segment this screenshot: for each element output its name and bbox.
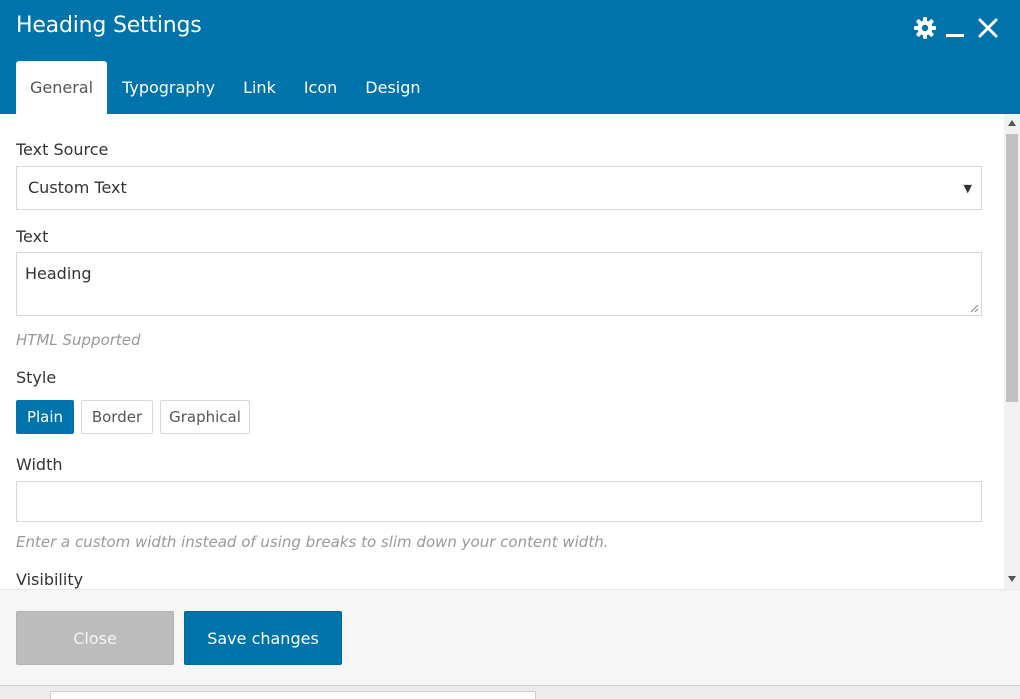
- scroll-up-arrow-icon[interactable]: [1008, 120, 1016, 126]
- tab-general[interactable]: General: [16, 61, 108, 114]
- settings-panel: Text Source Custom Text ▼ Text Heading H…: [0, 114, 1004, 589]
- close-icon[interactable]: [976, 14, 1000, 42]
- close-button[interactable]: Close: [16, 611, 174, 665]
- tab-design[interactable]: Design: [351, 61, 434, 114]
- background-field: [50, 691, 536, 699]
- width-help: Enter a custom width instead of using br…: [16, 533, 609, 551]
- text-label: Text: [16, 227, 49, 246]
- tab-link[interactable]: Link: [229, 61, 290, 114]
- scroll-down-arrow-icon[interactable]: [1008, 576, 1016, 582]
- vertical-scrollbar[interactable]: [1004, 114, 1020, 589]
- dialog-footer: Close Save changes: [0, 589, 1020, 685]
- text-help: HTML Supported: [16, 331, 141, 349]
- width-input[interactable]: [16, 481, 982, 522]
- text-value: Heading: [25, 264, 92, 283]
- text-source-value: Custom Text: [28, 178, 127, 197]
- width-label: Width: [16, 455, 63, 474]
- style-plain-button[interactable]: Plain: [16, 400, 74, 434]
- style-border-button[interactable]: Border: [81, 400, 153, 434]
- gear-icon[interactable]: [911, 14, 939, 42]
- tab-typography[interactable]: Typography: [108, 61, 229, 114]
- dropdown-arrow-icon: ▼: [963, 182, 972, 195]
- minimize-icon[interactable]: [943, 14, 967, 42]
- save-changes-button[interactable]: Save changes: [184, 611, 342, 665]
- style-graphical-button[interactable]: Graphical: [160, 400, 250, 434]
- dialog-header: Heading Settings General Typography Link: [0, 0, 1020, 114]
- tab-icon[interactable]: Icon: [290, 61, 351, 114]
- text-source-select[interactable]: Custom Text ▼: [16, 166, 982, 210]
- scrollbar-thumb[interactable]: [1006, 134, 1018, 402]
- text-textarea[interactable]: Heading: [16, 252, 982, 316]
- style-label: Style: [16, 368, 57, 387]
- tab-bar: General Typography Link Icon Design: [16, 61, 435, 114]
- dialog-title: Heading Settings: [16, 13, 202, 38]
- visibility-label: Visibility: [16, 570, 84, 589]
- resize-handle-icon[interactable]: [970, 304, 979, 313]
- text-source-label: Text Source: [16, 140, 109, 159]
- background-page: [0, 685, 1020, 699]
